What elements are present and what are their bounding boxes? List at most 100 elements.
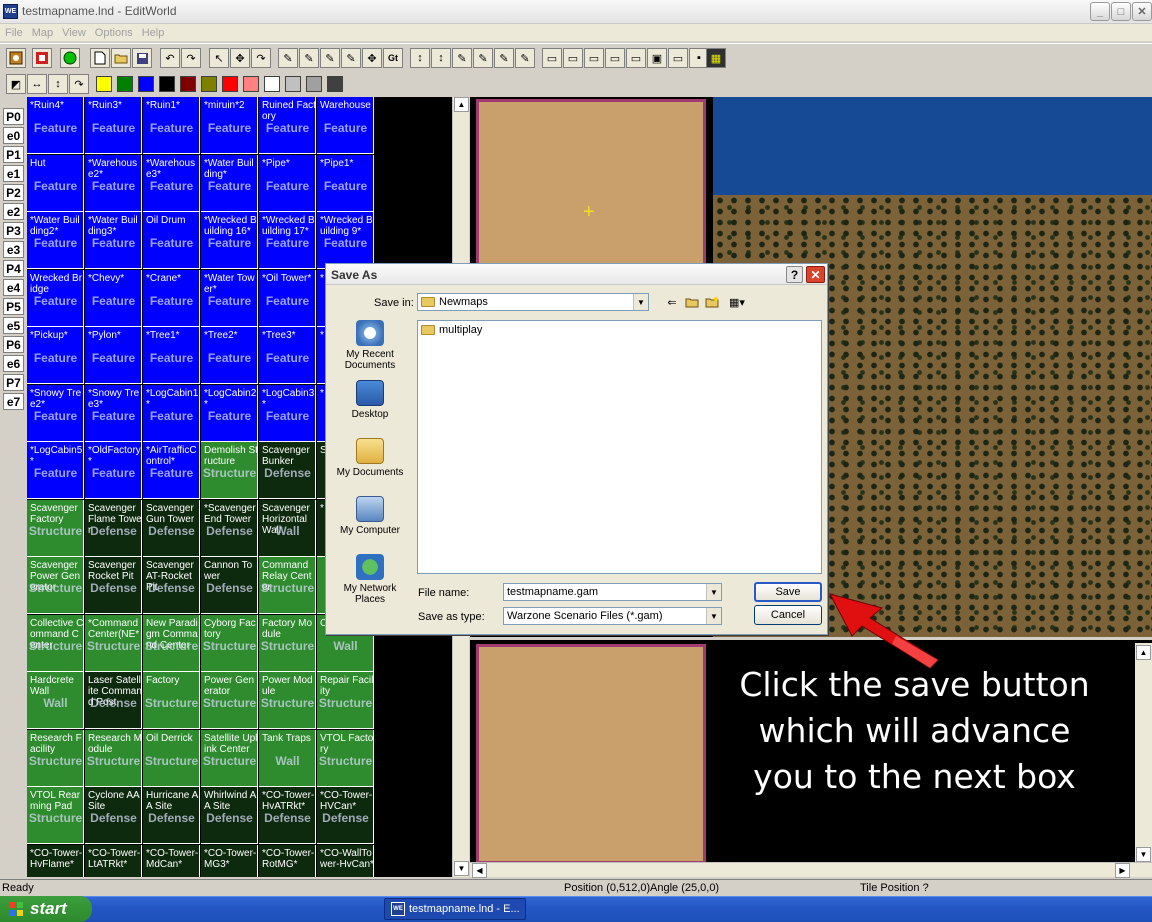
rotate-tile-icon[interactable]: ↷ <box>69 74 89 94</box>
palette-cell[interactable]: *Ruin3* Feature <box>85 97 142 154</box>
palette-cell[interactable]: VTOL Factory Structure <box>317 729 374 787</box>
save-button[interactable]: Save <box>754 582 822 602</box>
player-tab-p5[interactable]: P5 <box>3 298 24 315</box>
palette-cell[interactable]: *Wrecked Building 17* Feature <box>259 212 316 269</box>
palette-cell[interactable]: Factory Structure <box>143 672 200 729</box>
dropdown-arrow-icon[interactable]: ▼ <box>633 294 648 310</box>
palette-cell[interactable]: *CO-Tower-HVCan* Defense <box>317 787 374 844</box>
paint-tool-icon-1[interactable]: ✎ <box>278 48 298 68</box>
player-tab-e4[interactable]: e4 <box>3 279 24 296</box>
palette-cell[interactable]: Power Generator Structure <box>201 672 258 729</box>
palette-cell[interactable]: *Oil Tower* Feature <box>259 269 316 327</box>
palette-cell[interactable]: *miruin*2 Feature <box>201 97 258 154</box>
swatch-gray[interactable] <box>306 76 322 92</box>
palette-cell[interactable]: Ruined Factory Feature <box>259 97 316 154</box>
rotate-icon[interactable]: ↷ <box>251 48 271 68</box>
palette-cell[interactable]: Tank Traps Wall <box>259 729 316 787</box>
palette-cell[interactable]: Collective Command Center Structure <box>27 614 84 672</box>
palette-cell[interactable]: *Wrecked Building 16* Feature <box>201 212 258 269</box>
close-window-button[interactable]: ✕ <box>1132 2 1152 21</box>
dialog-close-button[interactable]: ✕ <box>806 266 825 283</box>
palette-cell[interactable]: Scavenger Rocket Pit Defense <box>85 557 142 614</box>
height-tool-icon-1[interactable]: ↕ <box>410 48 430 68</box>
cancel-button[interactable]: Cancel <box>754 605 822 625</box>
palette-cell[interactable]: *CO-Tower-RotMG* <box>259 844 316 877</box>
file-list[interactable]: multiplay <box>417 320 822 574</box>
palette-cell[interactable]: New Paradigm Command Center Structure <box>143 614 200 672</box>
menu-view[interactable]: View <box>62 27 86 39</box>
palette-cell[interactable]: Hardcrete Wall Wall <box>27 672 84 729</box>
palette-cell[interactable]: Hurricane AA Site Defense <box>143 787 200 844</box>
redo-icon[interactable]: ↷ <box>181 48 201 68</box>
player-tab-e2[interactable]: e2 <box>3 203 24 220</box>
palette-cell[interactable]: Research Module Structure <box>85 729 142 787</box>
save-type-dropdown-arrow-icon[interactable]: ▼ <box>706 608 721 624</box>
palette-cell[interactable]: Scavenger AT-Rocket Pit Defense <box>143 557 200 614</box>
palette-cell[interactable]: VTOL Rearming Pad Structure <box>27 787 84 844</box>
palette-cell[interactable]: Satellite Uplink Center Structure <box>201 729 258 787</box>
player-tab-p3[interactable]: P3 <box>3 222 24 239</box>
view-menu-icon[interactable]: ▦▾ <box>726 295 748 309</box>
palette-cell[interactable]: *Pipe1* Feature <box>317 154 374 212</box>
palette-cell[interactable]: *Water Building2* Feature <box>27 212 84 269</box>
palette-cell[interactable]: Cannon Tower Defense <box>201 557 258 614</box>
file-name-dropdown-arrow-icon[interactable]: ▼ <box>706 584 721 600</box>
palette-cell[interactable]: *Crane* Feature <box>143 269 200 327</box>
palette-cell[interactable]: *Water Tower* Feature <box>201 269 258 327</box>
scroll-down-arrow-icon[interactable]: ▼ <box>454 861 469 876</box>
place-my-recent-documents[interactable]: My Recent Documents <box>332 320 408 371</box>
view-tool-icon-1[interactable]: ▭ <box>542 48 562 68</box>
view-tool-icon-2[interactable]: ▭ <box>563 48 583 68</box>
maximize-button[interactable]: □ <box>1111 2 1131 21</box>
player-tab-e7[interactable]: e7 <box>3 393 24 410</box>
undo-icon[interactable]: ↶ <box>160 48 180 68</box>
player-tab-p6[interactable]: P6 <box>3 336 24 353</box>
start-button[interactable]: start <box>0 896 92 922</box>
player-tab-e3[interactable]: e3 <box>3 241 24 258</box>
palette-cell[interactable]: *LogCabin1* Feature <box>143 384 200 442</box>
view-tool-icon-3[interactable]: ▭ <box>584 48 604 68</box>
palette-cell[interactable]: *Snowy Tree2* Feature <box>27 384 84 442</box>
swatch-white[interactable] <box>264 76 280 92</box>
tool-icon-1[interactable] <box>6 48 26 68</box>
scroll-left-arrow-icon[interactable]: ◀ <box>472 863 487 878</box>
swatch-red[interactable] <box>222 76 238 92</box>
menu-map[interactable]: Map <box>32 27 53 39</box>
player-tab-e1[interactable]: e1 <box>3 165 24 182</box>
minimize-button[interactable]: _ <box>1090 2 1110 21</box>
palette-cell[interactable]: *Chevy* Feature <box>85 269 142 327</box>
palette-cell[interactable]: Oil Derrick Structure <box>143 729 200 787</box>
palette-cell[interactable]: *Scavenger End Tower Defense <box>201 499 258 557</box>
palette-cell[interactable]: *Pickup* Feature <box>27 327 84 384</box>
palette-cell[interactable]: Scavenger Flame Tower Defense <box>85 499 142 557</box>
taskbar-item-editworld[interactable]: WE testmapname.lnd - E... <box>384 898 526 920</box>
palette-cell[interactable]: Scavenger Power Generator Structure <box>27 557 84 614</box>
palette-cell[interactable]: Warehouse Feature <box>317 97 374 154</box>
file-name-input[interactable]: testmapname.gam ▼ <box>503 583 722 601</box>
view-tool-icon-9[interactable]: ▦ <box>706 48 726 68</box>
palette-cell[interactable]: Scavenger Horizontal Wall Wall <box>259 499 316 557</box>
palette-cell[interactable]: *OldFactory* Feature <box>85 442 142 499</box>
open-folder-icon[interactable] <box>111 48 131 68</box>
palette-cell[interactable]: Command Relay Center Structure <box>259 557 316 614</box>
swatch-olive[interactable] <box>201 76 217 92</box>
scroll-right-arrow-icon[interactable]: ▶ <box>1115 863 1130 878</box>
palette-cell[interactable]: *Warehouse3* Feature <box>143 154 200 212</box>
player-tab-p7[interactable]: P7 <box>3 374 24 391</box>
palette-cell[interactable]: *Pylon* Feature <box>85 327 142 384</box>
view-tool-icon-7[interactable]: ▭ <box>668 48 688 68</box>
flip-vertical-icon[interactable]: ↕ <box>48 74 68 94</box>
palette-cell[interactable]: *LogCabin2* Feature <box>201 384 258 442</box>
palette-cell[interactable]: *Command Center(NE* Structure <box>85 614 142 672</box>
flip-horizontal-icon[interactable]: ↔ <box>27 74 47 94</box>
player-tab-e0[interactable]: e0 <box>3 127 24 144</box>
palette-cell[interactable]: Scavenger Gun Tower Defense <box>143 499 200 557</box>
palette-cell[interactable]: *CO-Tower-HvATRkt* Defense <box>259 787 316 844</box>
swatch-blue[interactable] <box>138 76 154 92</box>
palette-cell[interactable]: *CO-Tower-HvFlame* <box>27 844 84 877</box>
view-horizontal-scrollbar[interactable]: ◀ ▶ <box>470 862 1152 878</box>
swatch-darkgray[interactable] <box>327 76 343 92</box>
help-button[interactable]: ? <box>786 266 803 283</box>
palette-cell[interactable]: *Water Building3* Feature <box>85 212 142 269</box>
gt-tool-icon[interactable]: Gt <box>383 48 403 68</box>
